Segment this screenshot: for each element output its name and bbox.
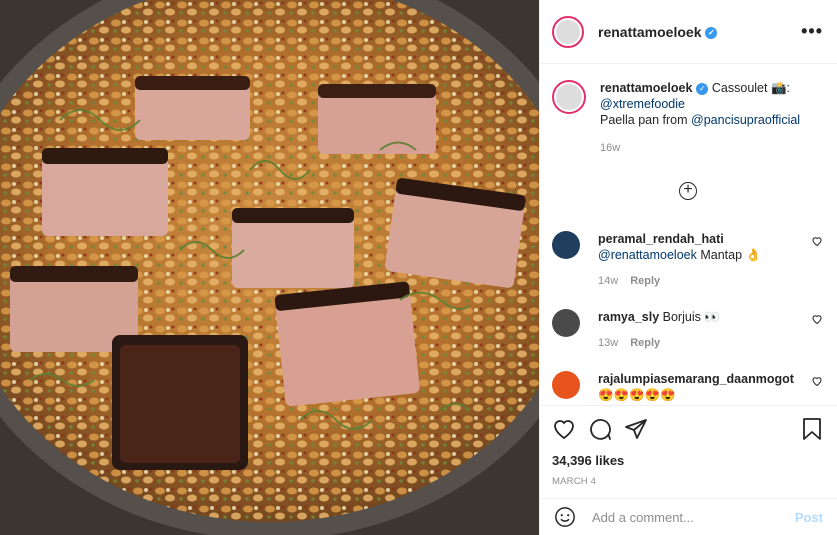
reply-button[interactable]: Reply: [630, 275, 660, 287]
post-sidebar: renattamoeloek ✓ ••• renattamoeloek ✓ Cass…: [539, 0, 837, 535]
cassoulet-image: [0, 0, 539, 535]
comment-item: ramya_sly Borjuis 👀 13w Reply: [552, 309, 823, 351]
reply-button[interactable]: Reply: [630, 337, 660, 349]
comment-item: rajalumpiasemarang_daanmogot 😍😍😍😍😍: [552, 371, 823, 403]
commenter-avatar[interactable]: [552, 231, 580, 259]
caption-username[interactable]: renattamoeloek: [600, 81, 692, 95]
like-comment-heart-icon[interactable]: [811, 375, 823, 387]
comment-username[interactable]: rajalumpiasemarang_daanmogot: [598, 372, 794, 386]
caption-text: Cassoulet 📸:: [711, 81, 790, 95]
more-options-icon[interactable]: •••: [801, 21, 823, 42]
comment-icon[interactable]: [588, 417, 612, 441]
like-comment-heart-icon[interactable]: [811, 235, 823, 247]
likes-count[interactable]: 34,396 likes: [552, 453, 823, 468]
commenter-avatar[interactable]: [552, 309, 580, 337]
comment-item: peramal_rendah_hati @renattamoeloek Mant…: [552, 231, 823, 289]
heart-icon[interactable]: [552, 417, 576, 441]
comment-time[interactable]: 13w: [598, 337, 618, 349]
caption-text-2: Paella pan from: [600, 113, 692, 127]
comment-text: 😍😍😍😍😍: [598, 388, 676, 402]
commenter-avatar[interactable]: [552, 371, 580, 399]
comment-username[interactable]: peramal_rendah_hati: [598, 232, 724, 246]
bookmark-icon[interactable]: [801, 417, 823, 441]
post-actions: 34,396 likes MARCH 4: [540, 405, 837, 487]
comment-username[interactable]: ramya_sly: [598, 310, 659, 324]
add-comment-input[interactable]: [590, 508, 795, 526]
emoji-icon[interactable]: [554, 506, 576, 528]
post-comment-button[interactable]: Post: [795, 510, 823, 525]
post-photo[interactable]: [0, 0, 539, 535]
like-comment-heart-icon[interactable]: [811, 313, 823, 325]
load-more-comments-icon[interactable]: +: [679, 182, 697, 200]
comment-text: Mantap 👌: [696, 248, 762, 262]
caption: renattamoeloek ✓ Cassoulet 📸: @xtremefood…: [540, 64, 837, 156]
author-avatar[interactable]: [552, 15, 584, 48]
verified-badge-icon: ✓: [705, 26, 718, 39]
caption-mention-pancisupra[interactable]: @pancisupraofficial: [691, 113, 800, 127]
share-icon[interactable]: [624, 417, 648, 441]
post-modal: renattamoeloek ✓ ••• renattamoeloek ✓ Cass…: [0, 0, 837, 535]
post-header: renattamoeloek ✓ •••: [540, 0, 837, 64]
add-comment-bar: Post: [540, 498, 837, 535]
verified-badge-icon: ✓: [696, 82, 709, 95]
caption-time[interactable]: 16w: [600, 140, 800, 156]
post-date[interactable]: MARCH 4: [552, 476, 823, 487]
caption-mention-xtremefoodie[interactable]: @xtremefoodie: [600, 97, 685, 111]
caption-avatar[interactable]: [552, 80, 586, 114]
comment-time[interactable]: 14w: [598, 275, 618, 287]
author-username[interactable]: renattamoeloek ✓: [598, 24, 718, 40]
comment-mention[interactable]: @renattamoeloek: [598, 248, 697, 262]
comment-text: Borjuis 👀: [659, 310, 720, 324]
